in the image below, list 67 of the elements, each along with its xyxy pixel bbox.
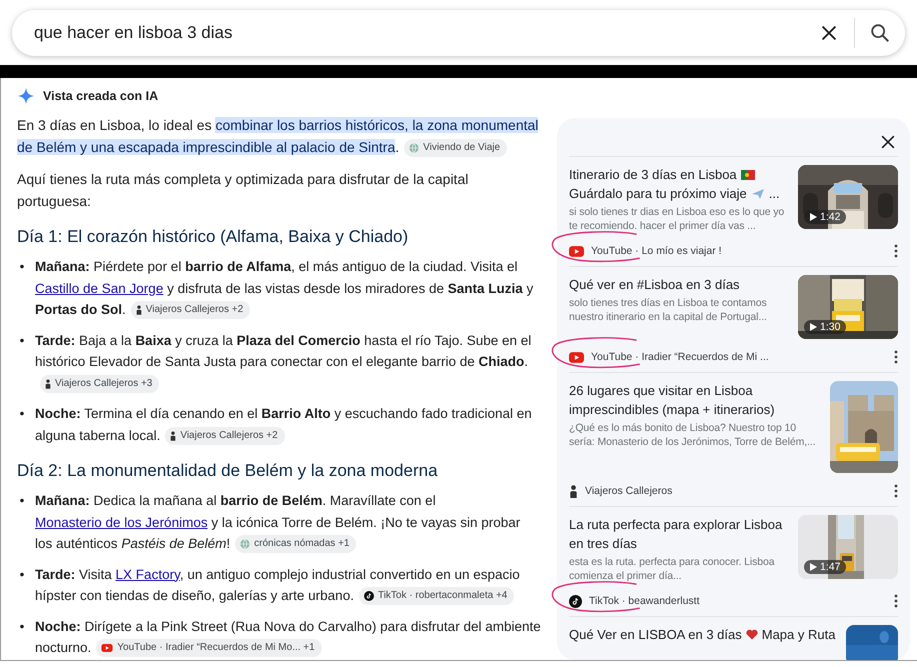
result-title[interactable]: Qué ver en #Lisboa en 3 días (569, 275, 790, 294)
list-bullet: • (18, 618, 26, 636)
music-note-icon (364, 591, 374, 602)
itinerary-item: Mañana: Piérdete por el barrio de Alfama, el más antiguo de la ciudad. Visita el Castillo de San Jorge y disfruta de las vistas desde los miradores de Santa Luzia y Portas do Sol. Viajeros Callejeros +2 (35, 256, 541, 320)
result-title[interactable]: Itinerario de 3 días en Lisboa (569, 165, 737, 184)
play-logo-icon (101, 644, 114, 652)
globe-icon (240, 539, 250, 550)
search-field[interactable]: que hacer en lisboa 3 dias (32, 22, 804, 44)
result-title[interactable]: 26 lugares que visitar en Lisboa imprescindibles (mapa + itinerarios) (569, 381, 822, 419)
search-icon (869, 22, 891, 44)
result-snippet: solo tienes tres días en Lisboa te contamos nuestro itinerario en la capital de Portugal... (569, 296, 768, 324)
intro-paragraph: En 3 días en Lisboa, lo ideal es combinar los barrios históricos, la zona monumental de Belém y una escapada imprescindible al palacio de Sintra. Viviendo de Viaje (17, 114, 541, 158)
more-options-icon[interactable] (894, 350, 898, 364)
result-title[interactable]: Mapa y Ruta (762, 625, 836, 644)
lead-paragraph: Aquí tienes la ruta más completa y optimizada para disfrutar de la capital portuguesa: (17, 170, 470, 211)
source-chip[interactable]: TikTok · robertaconmaleta +4 (358, 587, 514, 606)
list-bullet: • (18, 258, 26, 276)
more-options-icon[interactable] (894, 244, 898, 258)
sparkle-icon (17, 87, 35, 105)
play-logo-icon (569, 246, 584, 256)
result-snippet: si solo tienes tr dias en Lisboa eso es lo que yo te recomiendo. hacer el primer día vas ... (569, 205, 786, 233)
result-snippet: ¿Qué es lo más bonito de Lisboa? Nuestro top 10 sería: Monasterio de los Jerónimos, Torre de Belém,... (569, 421, 817, 449)
source-name[interactable]: Viajeros Callejeros (585, 485, 887, 497)
play-logo-icon (569, 352, 584, 362)
source-chip[interactable]: Viajeros Callejeros +2 (165, 426, 285, 445)
source-name[interactable]: YouTube · Lo mío es viajar ! (591, 245, 887, 257)
person-icon (170, 430, 176, 441)
source-chip[interactable]: crónicas nómadas +1 (235, 535, 356, 554)
source-chip[interactable]: Viajeros Callejeros +2 (130, 301, 250, 320)
music-note-icon (569, 594, 582, 608)
heart-icon (746, 629, 758, 640)
duration-badge: 1:30 (804, 320, 846, 334)
more-options-icon[interactable] (894, 594, 898, 608)
result-snippet: esta es la ruta. perfecta para conocer. Lisboa comienza el primer día... (569, 555, 776, 583)
result-title[interactable]: La ruta perfecta para explorar Lisboa en tres días (569, 515, 790, 553)
source-chip[interactable]: Viviendo de Viaje (404, 139, 508, 158)
overview-title: Vista creada con IA (43, 89, 158, 103)
itinerary-item: Noche: Dirígete a la Pink Street (Rua Nova do Carvalho) para disfrutar del ambiente nocturno. YouTube · Iradier “Recuerdos de Mi Mo... +1 (35, 616, 541, 658)
result-title[interactable]: Qué Ver en LISBOA en 3 días (569, 625, 742, 644)
duration-badge: 1:42 (804, 210, 846, 224)
text-link[interactable]: LX Factory (116, 566, 180, 582)
person-icon (136, 305, 142, 316)
globe-icon (409, 143, 420, 154)
itinerary-item: Tarde: Baja a la Baixa y cruza la Plaza del Comercio hasta el río Tajo. Sube en el histórico Elevador de Santa Justa para conectar con el elegante barrio de Chiado. Viajeros Callejeros +3 (35, 330, 541, 394)
day-heading: Día 2: La monumentalidad de Belém y la zona moderna (17, 460, 439, 482)
flag-icon (740, 170, 755, 180)
list-bullet: • (18, 332, 26, 350)
list-bullet: • (18, 405, 26, 423)
itinerary-item: Tarde: Visita LX Factory, un antiguo complejo industrial convertido en un espacio hípster con tiendas de diseño, galerías y arte urbano. TikTok · robertaconmaleta +4 (35, 564, 541, 606)
text-link[interactable]: Castillo de San Jorge (35, 280, 164, 296)
source-chip[interactable]: Viajeros Callejeros +3 (40, 374, 160, 393)
text-link[interactable]: Monasterio de los Jerónimos (35, 514, 208, 530)
airplane-icon (750, 188, 765, 200)
source-chip[interactable]: YouTube · Iradier “Recuerdos de Mi Mo... +1 (96, 639, 322, 658)
day-heading: Día 1: El corazón histórico (Alfama, Baixa y Chiado) (17, 226, 410, 248)
list-bullet: • (18, 492, 26, 510)
person-icon (45, 378, 51, 389)
source-name[interactable]: YouTube · Iradier “Recuerdos de Mi ... (591, 351, 887, 363)
source-name[interactable]: TikTok · beawanderlustt (589, 595, 887, 607)
more-options-icon[interactable] (894, 484, 898, 498)
itinerary-item: Mañana: Dedica la mañana al barrio de Belém. Maravíllate con el Monasterio de los Jerónimos y la icónica Torre de Belém. ¡No te vayas sin probar los auténticos Pastéis de Belém! crónicas nómadas +1 (35, 490, 541, 554)
person-icon (569, 484, 578, 498)
duration-badge: 1:47 (804, 560, 846, 574)
itinerary-item: Noche: Termina el día cenando en el Barrio Alto y escuchando fado tradicional en alguna taberna local. Viajeros Callejeros +2 (35, 403, 541, 446)
list-bullet: • (18, 566, 26, 584)
result-title[interactable]: Guárdalo para tu próximo viaje (569, 184, 747, 203)
result-title[interactable]: ... (768, 184, 780, 203)
